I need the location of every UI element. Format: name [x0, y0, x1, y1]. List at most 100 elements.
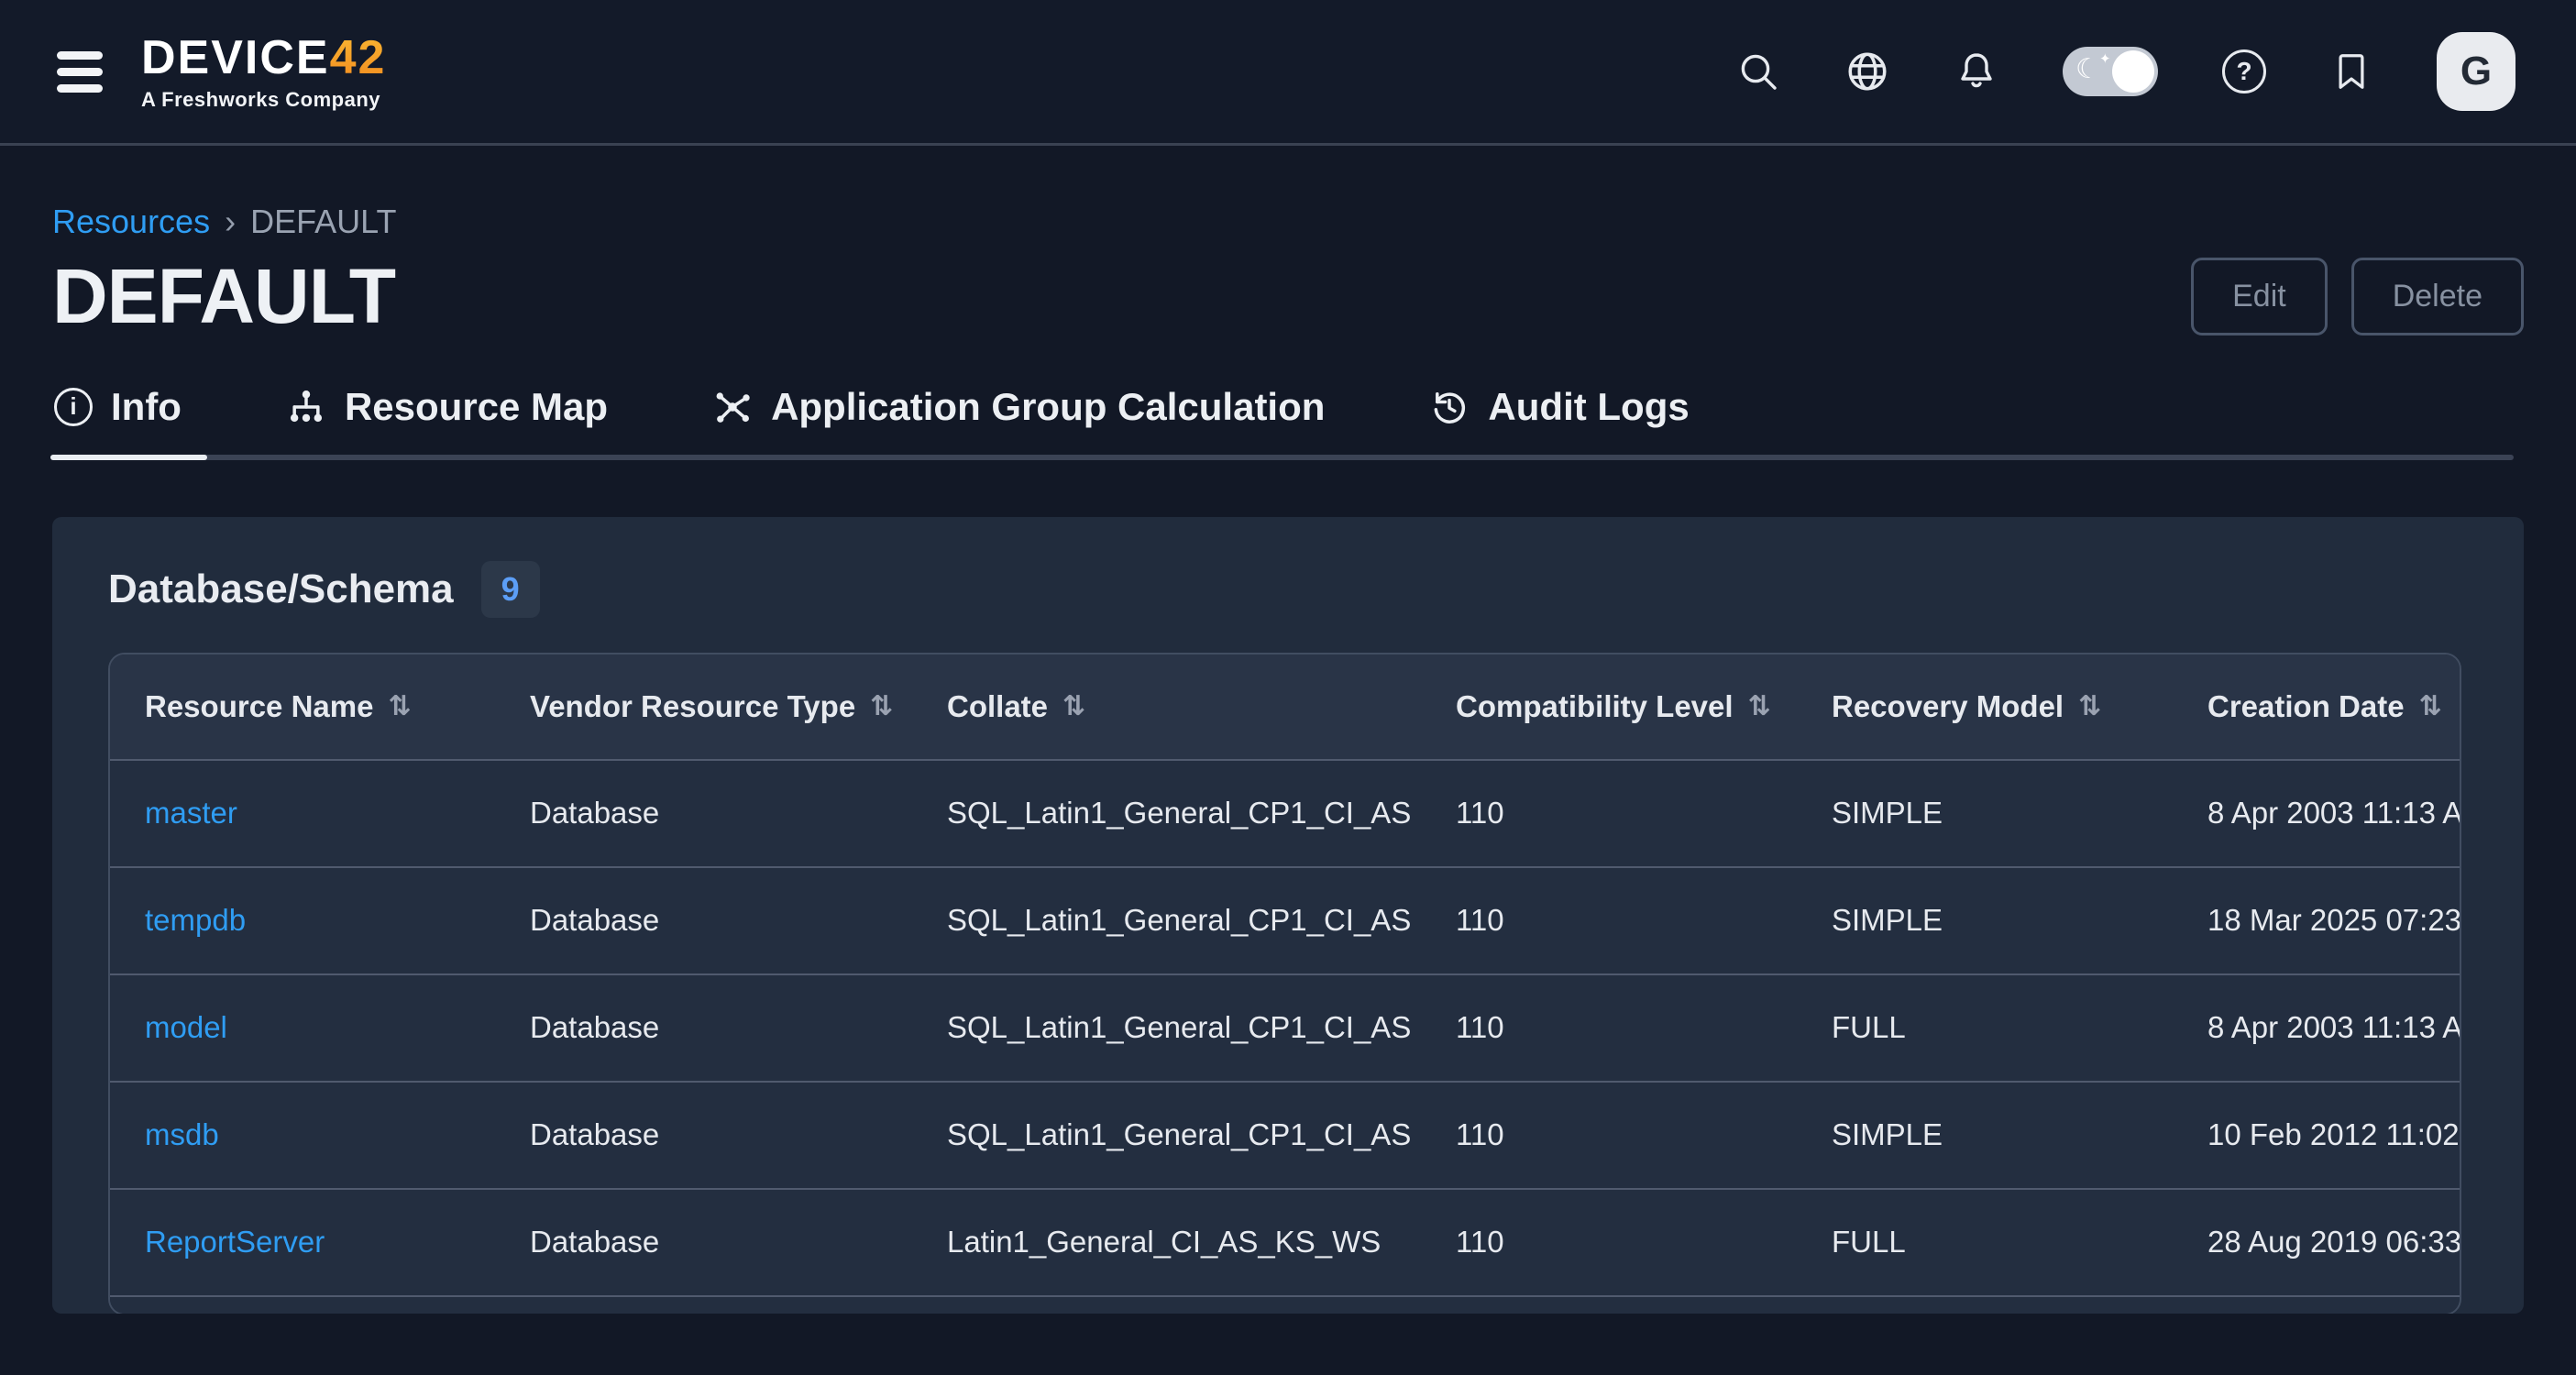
column-header-collate[interactable]: Collate⇅	[947, 689, 1456, 724]
breadcrumb-separator: ›	[225, 203, 236, 241]
tab-resource-map[interactable]: Resource Map	[282, 385, 633, 460]
cell-vendor-type: Database	[530, 1117, 947, 1152]
cell-vendor-type: Database	[530, 1225, 947, 1260]
column-header-compatibility-level[interactable]: Compatibility Level⇅	[1456, 689, 1832, 724]
table-header-row: Resource Name⇅ Vendor Resource Type⇅ Col…	[110, 654, 2460, 759]
database-schema-panel: Database/Schema 9 Resource Name⇅ Vendor …	[52, 517, 2524, 1314]
cell-resource-name: msdb	[145, 1117, 530, 1152]
main-content: Resources › DEFAULT DEFAULT Edit Delete …	[0, 203, 2576, 1314]
column-header-resource-name[interactable]: Resource Name⇅	[145, 689, 530, 724]
tabs: i Info Resource Map	[50, 385, 2514, 460]
search-button[interactable]	[1736, 50, 1780, 94]
cell-compatibility: 110	[1456, 1010, 1832, 1045]
cell-collate: SQL_Latin1_General_CP1_CI_AS	[947, 903, 1456, 938]
resource-link[interactable]: msdb	[145, 1117, 219, 1151]
application-group-icon	[712, 387, 753, 427]
panel-title: Database/Schema	[108, 566, 454, 612]
edit-button[interactable]: Edit	[2191, 258, 2328, 336]
resource-link[interactable]: tempdb	[145, 903, 246, 937]
hamburger-icon	[57, 51, 103, 60]
cell-collate: SQL_Latin1_General_CP1_CI_AS	[947, 796, 1456, 830]
delete-button[interactable]: Delete	[2351, 258, 2524, 336]
search-icon	[1736, 50, 1780, 94]
table-row-partial	[110, 1295, 2460, 1314]
device42-logo[interactable]: DEVICE42 A Freshworks Company	[141, 34, 386, 110]
theme-toggle[interactable]: ☾ ✦	[2063, 47, 2158, 96]
page-actions: Edit Delete	[2191, 258, 2524, 336]
sort-icon: ⇅	[870, 690, 893, 722]
resource-table: Resource Name⇅ Vendor Resource Type⇅ Col…	[108, 653, 2461, 1314]
user-avatar[interactable]: G	[2437, 32, 2515, 111]
moon-icon: ☾	[2075, 53, 2100, 85]
tab-audit-logs[interactable]: Audit Logs	[1426, 385, 1714, 460]
language-button[interactable]	[1844, 49, 1890, 94]
title-row: DEFAULT Edit Delete	[52, 252, 2524, 341]
cell-compatibility: 110	[1456, 796, 1832, 830]
breadcrumb-current: DEFAULT	[250, 203, 396, 241]
resource-link[interactable]: master	[145, 796, 237, 830]
cell-compatibility: 110	[1456, 1225, 1832, 1260]
sort-icon: ⇅	[1062, 690, 1085, 722]
cell-creation-date: 28 Aug 2019 06:33	[2207, 1225, 2460, 1260]
cell-creation-date: 10 Feb 2012 11:02 P	[2207, 1117, 2460, 1152]
history-icon	[1429, 387, 1470, 427]
cell-recovery-model: SIMPLE	[1832, 903, 2207, 938]
sort-icon: ⇅	[388, 690, 411, 722]
cell-vendor-type: Database	[530, 903, 947, 938]
menu-button[interactable]	[53, 48, 106, 96]
panel-header: Database/Schema 9	[108, 561, 2461, 618]
tab-label: Info	[111, 385, 182, 429]
column-header-vendor-resource-type[interactable]: Vendor Resource Type⇅	[530, 689, 947, 724]
table-row: ReportServer Database Latin1_General_CI_…	[110, 1188, 2460, 1295]
logo-wordmark: DEVICE42	[141, 34, 386, 82]
globe-icon	[1844, 49, 1890, 94]
question-mark-icon: ?	[2222, 50, 2266, 94]
cell-recovery-model: SIMPLE	[1832, 796, 2207, 830]
cell-recovery-model: SIMPLE	[1832, 1117, 2207, 1152]
sort-icon: ⇅	[2078, 690, 2101, 722]
bookmark-icon	[2330, 50, 2372, 93]
table-row: model Database SQL_Latin1_General_CP1_CI…	[110, 974, 2460, 1081]
tab-label: Resource Map	[345, 385, 608, 429]
cell-resource-name: ReportServer	[145, 1225, 530, 1260]
cell-collate: Latin1_General_CI_AS_KS_WS	[947, 1225, 1456, 1260]
sort-icon: ⇅	[1748, 690, 1771, 722]
help-button[interactable]: ?	[2222, 50, 2266, 94]
breadcrumb-link-resources[interactable]: Resources	[52, 203, 210, 241]
cell-vendor-type: Database	[530, 1010, 947, 1045]
cell-resource-name: tempdb	[145, 903, 530, 938]
sort-icon: ⇅	[2419, 690, 2442, 722]
cell-compatibility: 110	[1456, 903, 1832, 938]
bell-icon	[1954, 50, 1998, 94]
column-header-creation-date[interactable]: Creation Date⇅	[2207, 689, 2460, 724]
cell-creation-date: 8 Apr 2003 11:13 A	[2207, 1010, 2460, 1045]
topbar-left: DEVICE42 A Freshworks Company	[53, 34, 386, 110]
cell-resource-name: master	[145, 796, 530, 830]
tab-info[interactable]: i Info	[50, 385, 207, 460]
page-title: DEFAULT	[52, 252, 395, 341]
topbar: DEVICE42 A Freshworks Company	[0, 0, 2576, 146]
topbar-actions: ☾ ✦ ? G	[1736, 32, 2515, 111]
resource-link[interactable]: model	[145, 1010, 227, 1044]
cell-creation-date: 8 Apr 2003 11:13 A	[2207, 796, 2460, 830]
sparkle-icon: ✦	[2099, 50, 2111, 67]
logo-tagline: A Freshworks Company	[141, 90, 386, 110]
tab-application-group-calculation[interactable]: Application Group Calculation	[709, 385, 1350, 460]
breadcrumb: Resources › DEFAULT	[52, 203, 2524, 241]
resource-link[interactable]: ReportServer	[145, 1225, 325, 1259]
cell-recovery-model: FULL	[1832, 1225, 2207, 1260]
tab-label: Audit Logs	[1488, 385, 1689, 429]
logo-accent-42: 42	[330, 31, 387, 84]
cell-compatibility: 110	[1456, 1117, 1832, 1152]
cell-vendor-type: Database	[530, 796, 947, 830]
info-icon: i	[54, 388, 93, 426]
cell-resource-name: model	[145, 1010, 530, 1045]
app-root: DEVICE42 A Freshworks Company	[0, 0, 2576, 1375]
cell-collate: SQL_Latin1_General_CP1_CI_AS	[947, 1117, 1456, 1152]
notifications-button[interactable]	[1954, 50, 1998, 94]
toggle-knob	[2112, 50, 2154, 93]
bookmarks-button[interactable]	[2330, 50, 2372, 93]
resource-map-icon	[286, 387, 326, 427]
column-header-recovery-model[interactable]: Recovery Model⇅	[1832, 689, 2207, 724]
count-badge: 9	[481, 561, 540, 618]
